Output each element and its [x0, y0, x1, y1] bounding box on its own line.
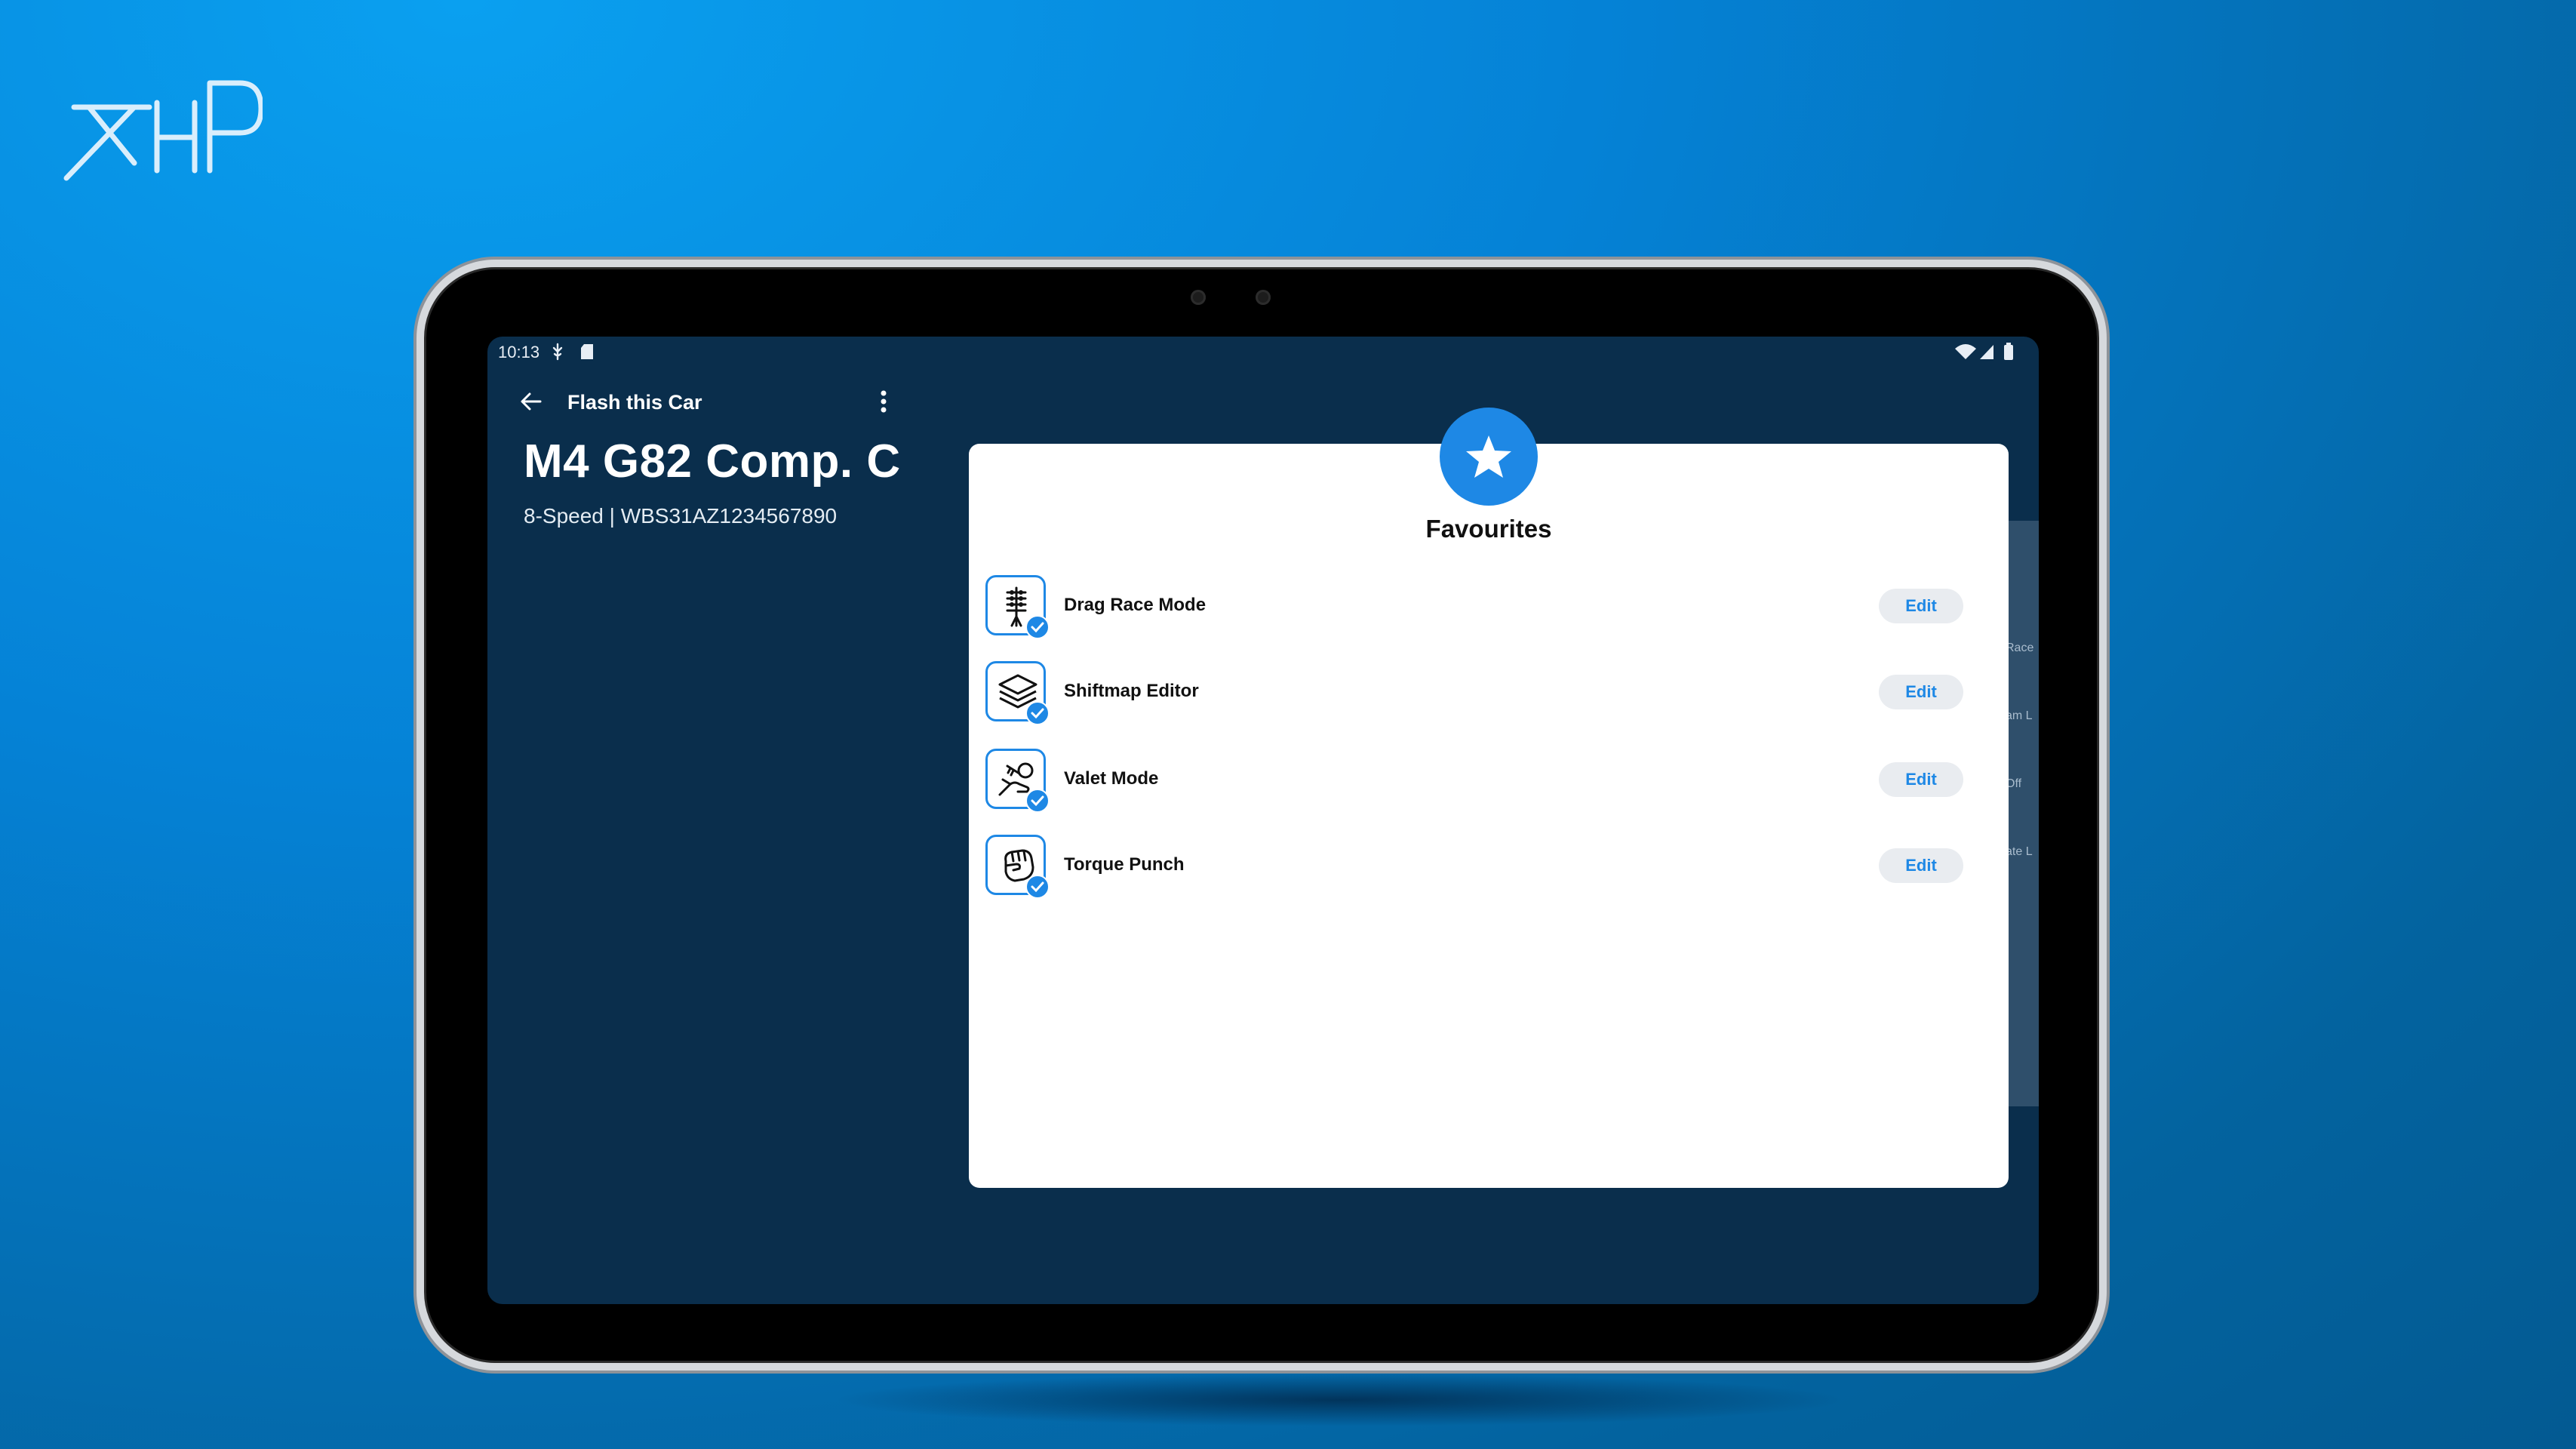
favourite-label: Torque Punch	[1064, 854, 1185, 875]
layers-icon	[985, 661, 1050, 725]
usb-debug-icon	[552, 343, 563, 361]
battery-icon	[2004, 343, 2013, 360]
app-bar: Flash this Car	[487, 379, 910, 424]
favourite-check-badge	[1025, 615, 1050, 639]
tablet-shadow	[830, 1374, 1849, 1426]
edit-button[interactable]: Edit	[1879, 762, 1963, 797]
front-sensor	[1191, 290, 1206, 305]
edit-button[interactable]: Edit	[1879, 675, 1963, 709]
favourite-item[interactable]: Valet Mode Edit	[985, 749, 1992, 813]
star-icon	[1466, 435, 1511, 478]
check-icon	[1031, 708, 1044, 719]
favourite-check-badge	[1025, 701, 1050, 725]
key-hand-icon	[985, 749, 1050, 813]
favourite-label: Drag Race Mode	[1064, 595, 1207, 615]
wifi-icon	[1955, 344, 1976, 359]
background-menu-panel: Race am L Off ate L	[2004, 521, 2039, 1106]
car-subtitle: 8-Speed | WBS31AZ1234567890	[524, 504, 838, 528]
status-bar: 10:13	[498, 337, 2030, 368]
favourite-item[interactable]: Shiftmap Editor Edit	[985, 661, 1992, 725]
front-camera	[1256, 290, 1271, 305]
edit-button[interactable]: Edit	[1879, 589, 1963, 623]
favourites-badge	[1440, 408, 1538, 506]
favourite-label: Shiftmap Editor	[1064, 681, 1199, 701]
background-fragment: am L	[2006, 709, 2033, 722]
background-fragment: ate L	[2006, 845, 2033, 858]
app-screen: 10:13 Flash this Car M4 G82 Comp. C 8-Sp…	[487, 337, 2039, 1304]
drag-race-tree-icon	[985, 575, 1050, 639]
favourite-check-badge	[1025, 789, 1050, 813]
favourites-title: Favourites	[1425, 515, 1552, 543]
tablet-device: 10:13 Flash this Car M4 G82 Comp. C 8-Sp…	[417, 260, 2107, 1371]
app-bar-title: Flash this Car	[567, 391, 702, 414]
more-options-icon[interactable]	[880, 389, 887, 414]
xhp-logo	[63, 80, 263, 181]
favourite-label: Valet Mode	[1064, 768, 1159, 789]
fist-icon	[985, 835, 1050, 899]
favourite-check-badge	[1025, 875, 1050, 899]
background-fragment: Race	[2006, 641, 2034, 654]
edit-button[interactable]: Edit	[1879, 848, 1963, 883]
car-model-title: M4 G82 Comp. C	[524, 435, 901, 488]
favourites-dialog: Favourites Drag Race Mode Edit Shiftmap …	[969, 408, 2009, 1188]
check-icon	[1031, 622, 1044, 633]
cell-signal-icon	[1980, 345, 1993, 359]
status-time: 10:13	[498, 343, 540, 361]
favourite-item[interactable]: Torque Punch Edit	[985, 835, 1992, 899]
favourite-item[interactable]: Drag Race Mode Edit	[985, 575, 1992, 639]
back-arrow-icon[interactable]	[519, 389, 543, 414]
check-icon	[1031, 795, 1044, 807]
sd-card-icon	[581, 344, 593, 359]
check-icon	[1031, 881, 1044, 893]
